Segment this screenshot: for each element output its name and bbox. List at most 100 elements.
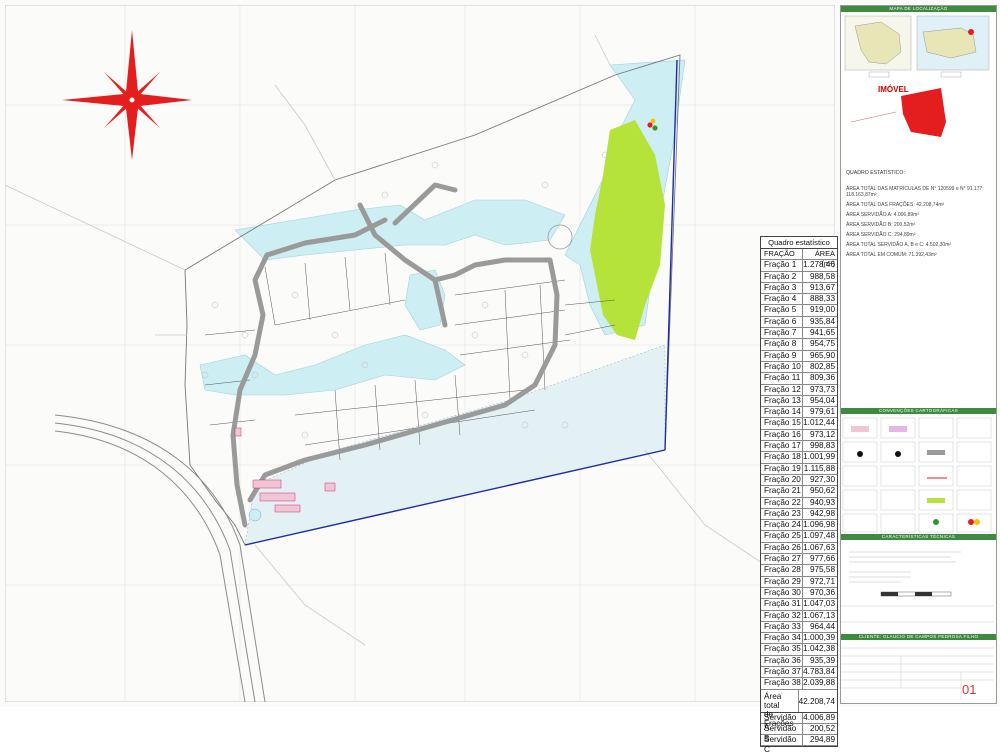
estatistico-line: ÁREA SERVIDÃO C: 294,89m² <box>846 232 916 238</box>
fracao-name: Fração 15 <box>761 418 803 429</box>
servidao-area: 4.006,89 <box>803 712 835 722</box>
table-row: Fração 3 913,67 <box>761 282 837 295</box>
fracao-area: 998,83 <box>809 441 835 451</box>
fracao-name: Fração 14 <box>761 407 803 418</box>
fracao-name: Fração 23 <box>761 508 803 520</box>
table-row: Fração 13 954,04 <box>761 395 837 408</box>
estatistico-line: ÁREA TOTAL EM COMUM: 71.392,43m² <box>846 252 937 258</box>
fracao-area: 4.783,84 <box>803 666 835 676</box>
table-row: Fração 37 4.783,84 <box>761 666 837 679</box>
estatistico-line: ÁREA SERVIDÃO B: 200,52m² <box>846 222 916 228</box>
table-row: Fração 25 1.097,48 <box>761 531 837 543</box>
table-row: Fração 20 927,30 <box>761 474 837 487</box>
table-row: Fração 33 964,44 <box>761 621 837 634</box>
fracao-name: Fração 27 <box>761 554 803 565</box>
servidao-row: Servidão B 200,52 <box>761 723 837 743</box>
fracao-name: Fração 24 <box>761 520 803 531</box>
fracao-name: Fração 31 <box>761 599 803 610</box>
fracao-area: 1.097,48 <box>803 531 835 541</box>
table-row: Fração 21 950,62 <box>761 486 837 498</box>
table-row: Fração 17 998,83 <box>761 441 837 453</box>
fracao-area: 809,36 <box>809 373 835 383</box>
fracao-area: 977,66 <box>809 554 835 564</box>
fracao-area: 1.278,46 <box>803 260 835 270</box>
table-row: Fração 16 973,12 <box>761 429 837 442</box>
fracao-area: 965,90 <box>809 350 835 360</box>
fracao-name: Fração 32 <box>761 610 803 621</box>
servidao-name: Servidão B <box>761 723 803 743</box>
fracao-area: 927,30 <box>809 474 835 484</box>
fracao-name: Fração 6 <box>761 316 803 328</box>
table-row: Fração 26 1.067,63 <box>761 542 837 555</box>
technical-block: CARACTERÍSTICAS TÉCNICAS <box>841 534 996 635</box>
estatistico-line: ÁREA TOTAL DAS MATRÍCULAS DE N° 120599 e… <box>846 186 984 198</box>
table-row: Fração 10 802,85 <box>761 361 837 374</box>
fracao-area: 1.067,63 <box>803 542 835 552</box>
table-row: Fração 4 888,33 <box>761 294 837 306</box>
table-row: Fração 35 1.042,38 <box>761 644 837 656</box>
servidao-row: Servidão C 294,89 <box>761 735 837 754</box>
fracao-name: Fração 33 <box>761 621 803 633</box>
fracao-name: Fração 28 <box>761 565 803 576</box>
estatistico-line: ÁREA TOTAL DAS FRAÇÕES: 42.208,74m² <box>846 202 945 208</box>
fracao-area: 942,98 <box>809 508 835 518</box>
fracao-area: 940,93 <box>809 497 835 507</box>
fracao-name: Fração 38 <box>761 678 803 689</box>
fracao-area: 975,58 <box>809 565 835 575</box>
fracao-name: Fração 18 <box>761 452 803 463</box>
table-row: Fração 23 942,98 <box>761 508 837 521</box>
fracao-name: Fração 37 <box>761 666 803 678</box>
table-row: Fração 31 1.047,03 <box>761 599 837 611</box>
fracao-name: Fração 22 <box>761 497 803 508</box>
fracao-area: 913,67 <box>809 282 835 292</box>
fracao-area: 1.001,99 <box>803 452 835 462</box>
fracao-name: Fração 29 <box>761 576 803 587</box>
table-row: Fração 24 1.096,98 <box>761 520 837 532</box>
estatistico-title: QUADRO ESTATÍSTICO: <box>846 170 905 176</box>
fracao-name: Fração 36 <box>761 655 803 666</box>
fracao-area: 935,84 <box>809 316 835 326</box>
col-area: ÁREA (m²) <box>814 249 835 269</box>
fracao-name: Fração 2 <box>761 271 803 282</box>
fracao-name: Fração 13 <box>761 395 803 407</box>
table-row: Fração 11 809,36 <box>761 373 837 385</box>
table-row: Fração 30 970,36 <box>761 587 837 600</box>
fracao-name: Fração 30 <box>761 587 803 599</box>
fracao-name: Fração 1 <box>761 260 803 271</box>
table-body: Fração 1 1.278,46 Fração 2 988,58 Fração 3 91… <box>761 260 837 690</box>
fracao-area: 919,00 <box>809 305 835 315</box>
fracao-name: Fração 34 <box>761 633 803 644</box>
table-row: Fração 38 2.039,88 <box>761 678 837 690</box>
table-row: Fração 32 1.067,13 <box>761 610 837 622</box>
table-row: Fração 1 1.278,46 <box>761 260 837 272</box>
fracao-name: Fração 20 <box>761 474 803 486</box>
fracao-area: 941,65 <box>809 328 835 338</box>
imovel-label: IMÓVEL <box>878 85 909 94</box>
table-title: Quadro estatístico <box>761 237 837 249</box>
table-row: Fração 14 979,61 <box>761 407 837 419</box>
conventions-block: CONVENÇÕES CARTOGRÁFICAS <box>841 408 996 539</box>
fracao-area: 1.067,13 <box>803 610 835 620</box>
fracao-name: Fração 25 <box>761 531 803 542</box>
table-total-row: Área total de Frações 42.208,74 <box>761 689 837 728</box>
servidao-row: Servidão A 4.006,89 <box>761 712 837 732</box>
fracao-area: 954,75 <box>809 339 835 349</box>
table-row: Fração 8 954,75 <box>761 339 837 351</box>
site-plan-map <box>5 5 835 702</box>
table-row: Fração 9 965,90 <box>761 350 837 362</box>
fracao-name: Fração 19 <box>761 463 803 474</box>
servidao-rows: Servidão A 4.006,89 Servidão B 200,52 Servid… <box>761 712 837 754</box>
fracao-area: 888,33 <box>809 294 835 304</box>
servidao-area: 200,52 <box>809 723 835 733</box>
servidao-name: Servidão A <box>761 712 803 732</box>
table-row: Fração 36 935,39 <box>761 655 837 667</box>
fracao-name: Fração 10 <box>761 361 803 373</box>
table-row: Fração 5 919,00 <box>761 305 837 317</box>
fracao-area: 950,62 <box>809 486 835 496</box>
fracao-area: 954,04 <box>809 395 835 405</box>
table-row: Fração 7 941,65 <box>761 328 837 340</box>
fracao-area: 973,12 <box>809 429 835 439</box>
fracao-area: 988,58 <box>809 271 835 281</box>
table-row: Fração 29 972,71 <box>761 576 837 588</box>
servidao-name: Servidão C <box>761 735 803 754</box>
